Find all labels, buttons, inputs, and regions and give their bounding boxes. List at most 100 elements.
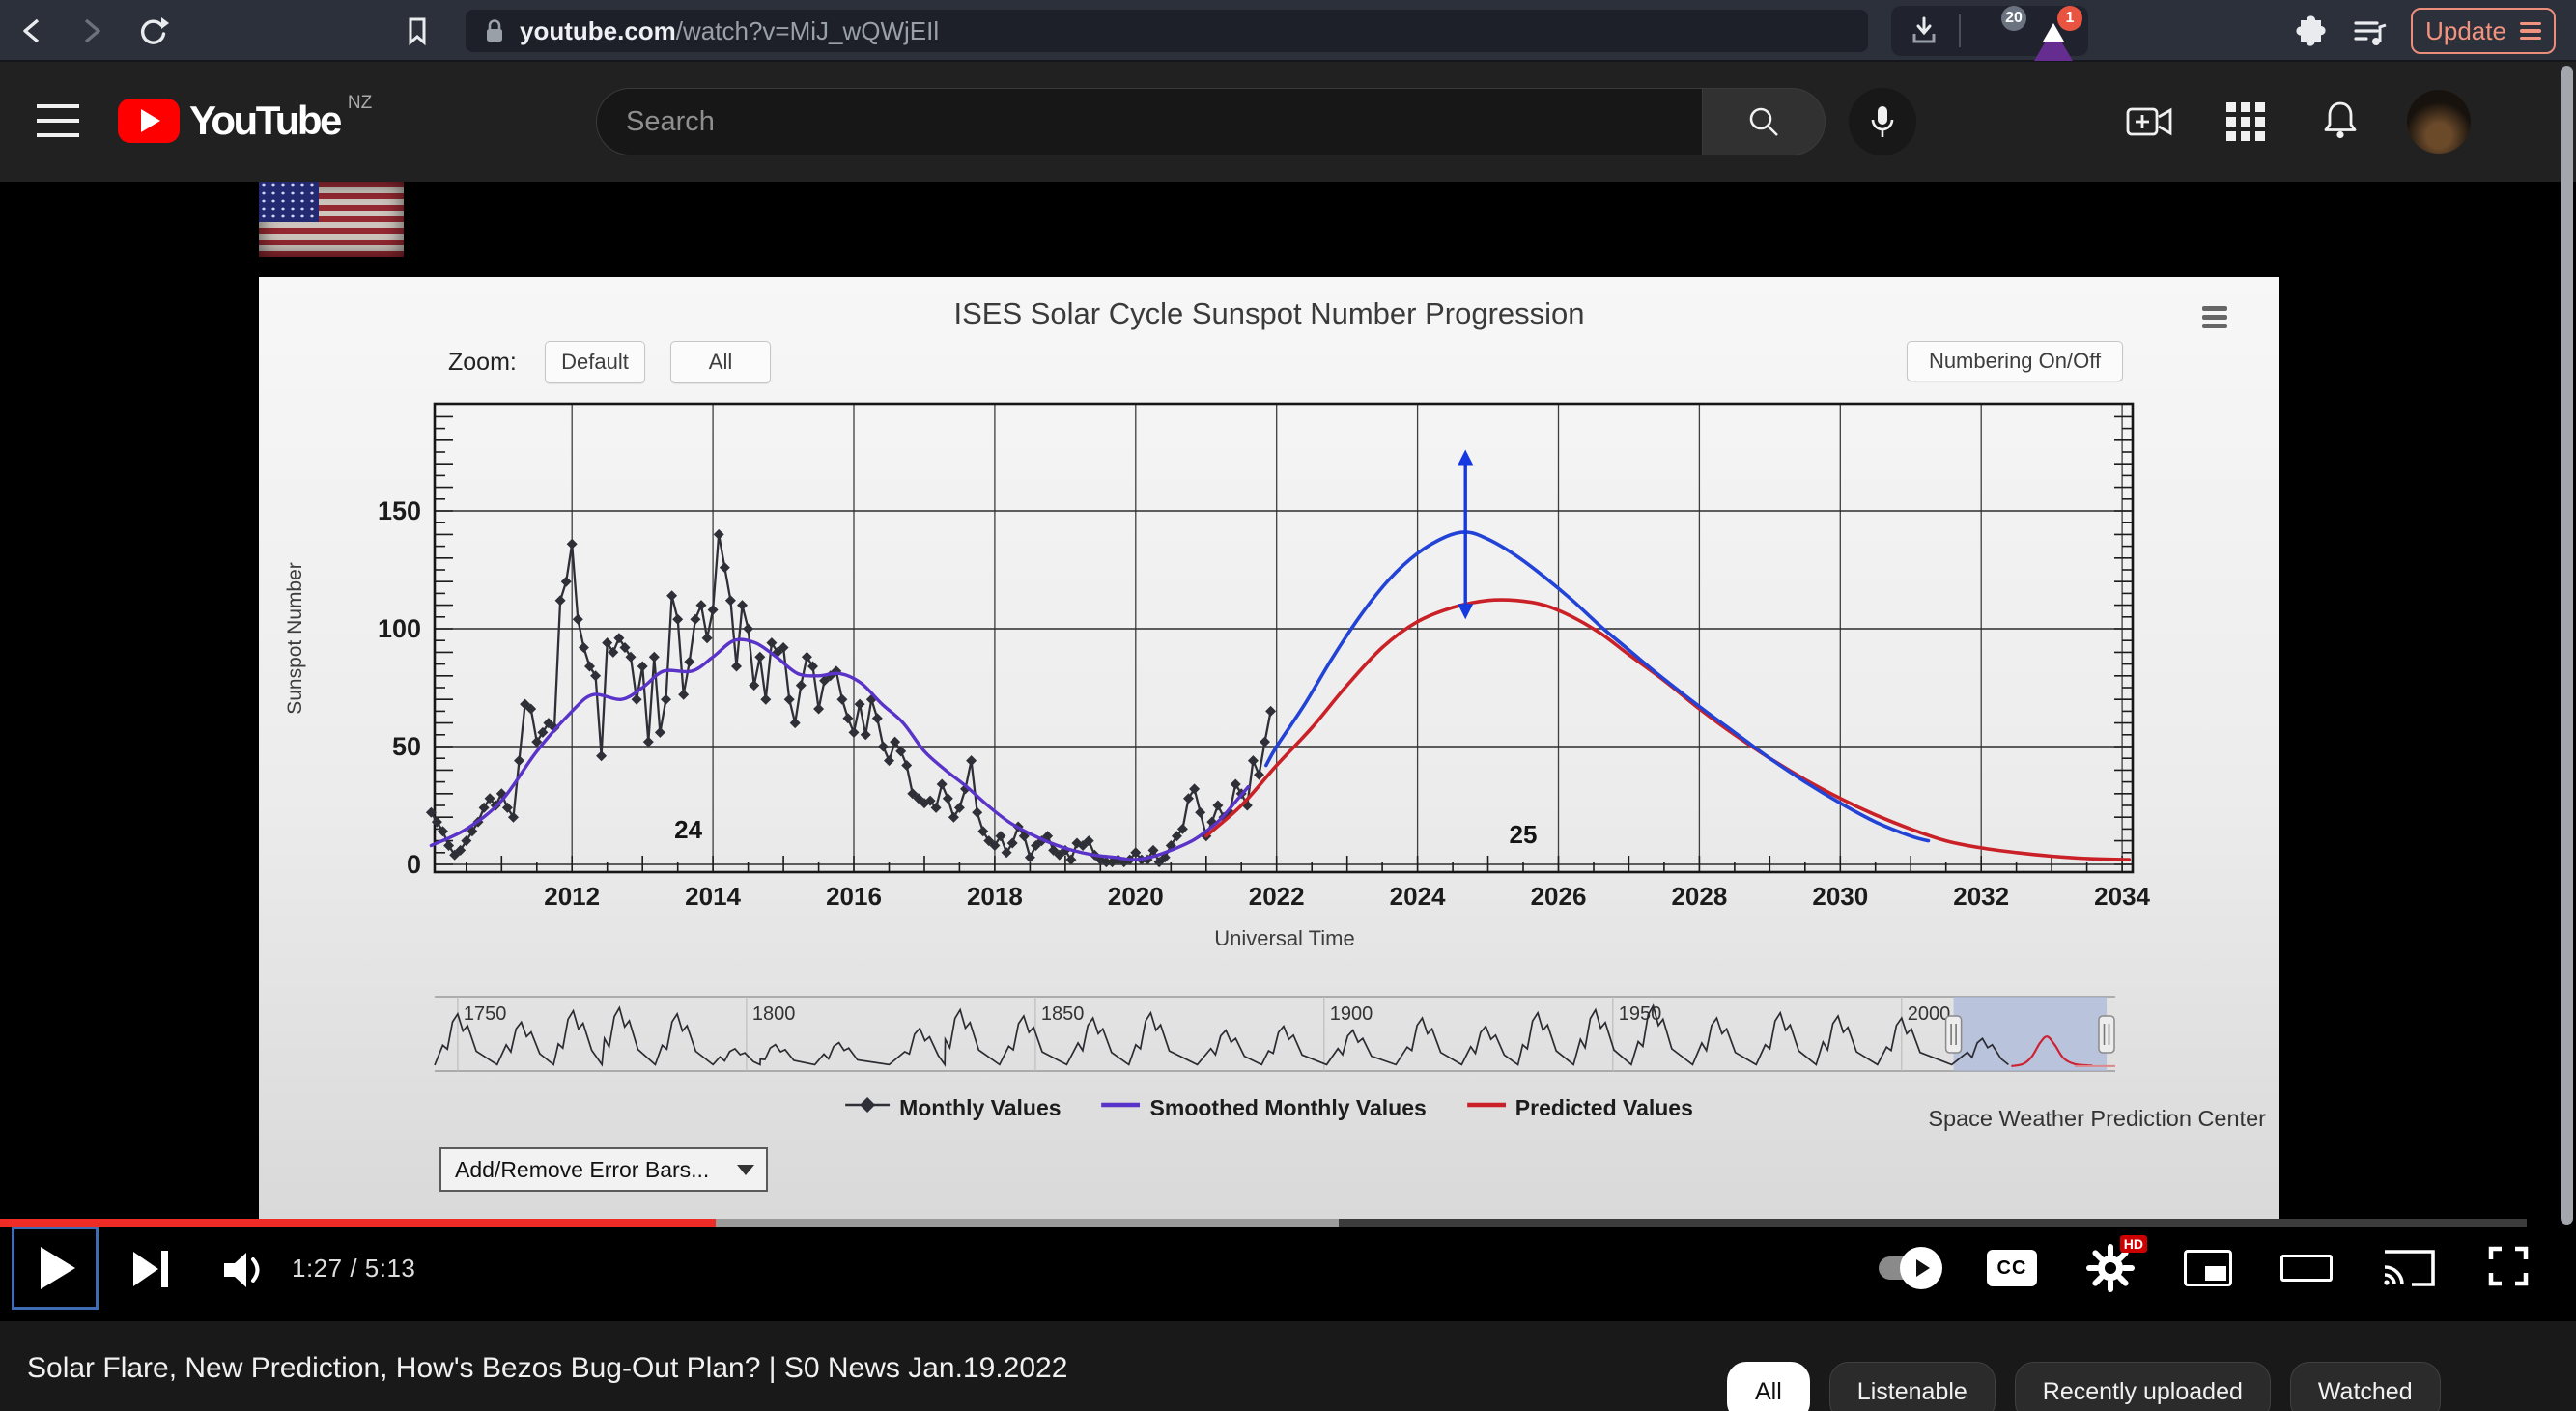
- filter-chip-recently-uploaded[interactable]: Recently uploaded: [2015, 1362, 2271, 1411]
- settings-button[interactable]: HD: [2085, 1243, 2136, 1293]
- rewards-badge: 1: [2057, 6, 2082, 31]
- cast-icon: [2381, 1244, 2437, 1288]
- miniplayer-button[interactable]: [2184, 1250, 2232, 1286]
- legend-swatch: [1467, 1094, 1506, 1121]
- legend-swatch: [1102, 1094, 1141, 1121]
- svg-text:0: 0: [407, 850, 421, 879]
- svg-text:2034: 2034: [2094, 882, 2150, 911]
- browser-chrome: youtube.com/watch?v=MiJ_wQWjEIl 20 1 Upd…: [0, 0, 2576, 62]
- video-progress-bar[interactable]: [0, 1219, 2576, 1227]
- svg-text:50: 50: [392, 732, 421, 761]
- search-input[interactable]: Search: [596, 88, 1702, 155]
- legend-item[interactable]: Monthly Values: [845, 1094, 1061, 1121]
- play-icon: [41, 1247, 75, 1289]
- svg-text:2026: 2026: [1531, 882, 1587, 911]
- legend-label: Monthly Values: [899, 1095, 1061, 1121]
- svg-text:2016: 2016: [826, 882, 882, 911]
- svg-text:100: 100: [378, 614, 421, 643]
- volume-button[interactable]: [216, 1244, 278, 1301]
- search-icon: [1744, 102, 1783, 141]
- notifications-button[interactable]: [2312, 94, 2368, 150]
- chevron-down-icon: [737, 1165, 754, 1175]
- create-video-icon: [2126, 102, 2176, 141]
- svg-text:1900: 1900: [1330, 1003, 1373, 1025]
- filter-chips: All Listenable Recently uploaded Watched: [1727, 1362, 2441, 1411]
- legend-label: Predicted Values: [1515, 1095, 1693, 1121]
- cast-button[interactable]: [2381, 1244, 2437, 1293]
- search-area: Search: [596, 88, 1916, 155]
- svg-text:2014: 2014: [685, 882, 741, 911]
- filter-chip-all[interactable]: All: [1727, 1362, 1810, 1411]
- shield-badge: 20: [2001, 6, 2026, 31]
- legend-label: Smoothed Monthly Values: [1150, 1095, 1427, 1121]
- svg-text:2024: 2024: [1390, 882, 1446, 911]
- search-placeholder: Search: [626, 106, 715, 138]
- browser-scrollbar[interactable]: [2561, 66, 2573, 1225]
- error-bars-dropdown-label: Add/Remove Error Bars...: [455, 1157, 709, 1183]
- legend-item[interactable]: Smoothed Monthly Values: [1102, 1094, 1427, 1121]
- svg-text:1850: 1850: [1041, 1003, 1085, 1025]
- theater-mode-button[interactable]: [2280, 1255, 2333, 1282]
- svg-text:2022: 2022: [1249, 882, 1305, 911]
- forward-icon[interactable]: [73, 14, 108, 48]
- svg-text:2000: 2000: [1908, 1003, 1951, 1025]
- play-button[interactable]: [12, 1227, 99, 1310]
- search-button[interactable]: [1702, 88, 1826, 155]
- download-icon[interactable]: [1907, 13, 1941, 49]
- next-button[interactable]: [133, 1250, 176, 1288]
- bookmark-icon[interactable]: [400, 14, 435, 48]
- guide-menu-icon[interactable]: [37, 104, 79, 139]
- player-controls: 1:27 / 5:13 CC HD: [0, 1227, 2576, 1321]
- create-video-button[interactable]: [2123, 94, 2179, 150]
- page: youtube.com/watch?v=MiJ_wQWjEIl 20 1 Upd…: [0, 0, 2576, 1411]
- update-label: Update: [2425, 16, 2506, 46]
- svg-text:2012: 2012: [544, 882, 600, 911]
- video-player[interactable]: ISES Solar Cycle Sunspot Number Progress…: [0, 182, 2576, 1321]
- url-host: youtube.com: [520, 16, 676, 45]
- hd-badge: HD: [2120, 1235, 2147, 1253]
- extensions-puzzle-icon[interactable]: [2293, 14, 2328, 48]
- error-bars-dropdown[interactable]: Add/Remove Error Bars...: [439, 1147, 768, 1192]
- progress-played: [0, 1219, 716, 1227]
- us-flag-image: [259, 182, 404, 257]
- youtube-play-icon: [118, 99, 180, 143]
- filter-chip-watched[interactable]: Watched: [2290, 1362, 2441, 1411]
- svg-text:150: 150: [378, 496, 421, 525]
- youtube-logo[interactable]: YouTube NZ: [118, 99, 372, 143]
- svg-text:1750: 1750: [464, 1003, 507, 1025]
- svg-text:2028: 2028: [1671, 882, 1727, 911]
- country-code: NZ: [348, 93, 372, 114]
- autoplay-toggle[interactable]: [1879, 1256, 1939, 1280]
- svg-text:24: 24: [674, 815, 702, 844]
- reload-icon[interactable]: [135, 14, 170, 48]
- filter-chip-listenable[interactable]: Listenable: [1829, 1362, 1996, 1411]
- legend-item[interactable]: Predicted Values: [1467, 1094, 1693, 1121]
- avatar[interactable]: [2407, 90, 2471, 154]
- apps-grid-button[interactable]: [2218, 94, 2274, 150]
- svg-text:1800: 1800: [752, 1003, 796, 1025]
- brave-rewards-icon[interactable]: 1: [2034, 12, 2073, 50]
- svg-text:2018: 2018: [967, 882, 1023, 911]
- svg-text:2020: 2020: [1108, 882, 1164, 911]
- legend-swatch: [845, 1094, 890, 1121]
- player-controls-right: CC HD: [1879, 1227, 2532, 1310]
- brave-shield-icon[interactable]: 20: [1978, 12, 2017, 50]
- url-path: /watch?v=MiJ_wQWjEIl: [676, 16, 939, 45]
- fullscreen-button[interactable]: [2485, 1243, 2532, 1294]
- masthead-actions: [2123, 88, 2471, 155]
- svg-text:25: 25: [1510, 820, 1538, 849]
- browser-menu-icon: [2520, 18, 2541, 44]
- lock-icon: [481, 16, 508, 45]
- voice-search-button[interactable]: [1849, 88, 1916, 155]
- fullscreen-icon: [2485, 1243, 2532, 1289]
- time-display: 1:27 / 5:13: [292, 1227, 415, 1310]
- chart-legend: Monthly Values Smoothed Monthly Values Pre…: [845, 1094, 1693, 1121]
- playlist-queue-icon[interactable]: [2351, 14, 2386, 48]
- captions-button[interactable]: CC: [1987, 1250, 2037, 1286]
- back-icon[interactable]: [15, 14, 50, 48]
- url-bar[interactable]: youtube.com/watch?v=MiJ_wQWjEIl: [466, 10, 1868, 52]
- svg-text:Universal Time: Universal Time: [1214, 926, 1354, 950]
- browser-update-button[interactable]: Update: [2411, 8, 2556, 54]
- volume-icon: [216, 1244, 278, 1296]
- svg-text:Sunspot Number: Sunspot Number: [284, 562, 306, 715]
